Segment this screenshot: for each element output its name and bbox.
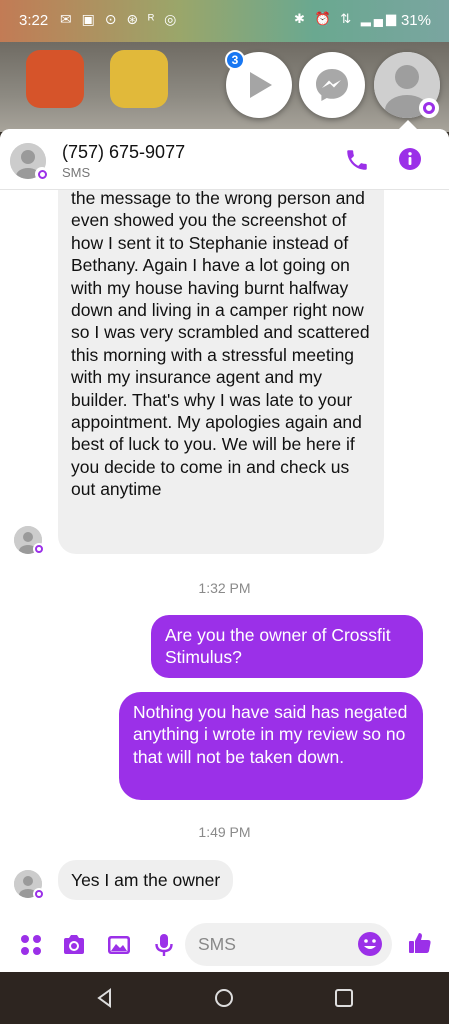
message-timestamp: 1:32 PM xyxy=(198,580,251,596)
contact-name[interactable]: (757) 675-9077 xyxy=(62,142,185,163)
message-composer xyxy=(0,920,449,972)
outgoing-message-bubble[interactable]: Are you the owner of Crossfit Stimulus? xyxy=(151,615,423,678)
battery-level: 31% xyxy=(400,12,431,29)
emoji-icon[interactable] xyxy=(357,931,383,957)
outgoing-message-bubble[interactable]: Nothing you have said has negated anythi… xyxy=(119,692,423,800)
gallery-icon[interactable] xyxy=(106,932,132,958)
more-options-icon[interactable] xyxy=(18,932,44,958)
home-app-icon[interactable] xyxy=(26,50,84,108)
navigation-bar xyxy=(0,972,449,1024)
back-icon[interactable] xyxy=(94,987,116,1009)
sms-indicator-icon xyxy=(419,98,439,118)
notification-icons: ✉ ▣ ⊙ ⊛ ᴿ ◎ xyxy=(60,11,180,27)
chat-head-messenger[interactable] xyxy=(299,52,365,118)
recent-apps-icon[interactable] xyxy=(333,987,355,1009)
incoming-message-bubble[interactable]: Yes I am the owner xyxy=(58,860,234,900)
contact-subtitle: SMS xyxy=(62,165,91,180)
sms-indicator-icon xyxy=(33,888,45,900)
sms-indicator-icon xyxy=(33,543,45,555)
conversation-header: (757) 675-9077 SMS xyxy=(0,129,449,190)
system-icons: ✱ ⏰ ⇅ ▂▄▆ xyxy=(293,11,399,26)
status-bar: 3:22 ✉ ▣ ⊙ ⊛ ᴿ ◎ ✱ ⏰ ⇅ ▂▄▆ 31% xyxy=(0,0,449,42)
unread-badge: 3 xyxy=(225,50,245,70)
sms-indicator-icon xyxy=(35,167,49,181)
status-time: 3:22 xyxy=(19,12,49,29)
play-icon xyxy=(250,72,272,98)
info-icon[interactable] xyxy=(398,147,422,171)
phone-call-icon[interactable] xyxy=(344,147,370,173)
conversation-panel: the message to the wrong person and even… xyxy=(0,129,449,972)
home-icon[interactable] xyxy=(213,987,235,1009)
messenger-icon xyxy=(316,69,348,101)
microphone-icon[interactable] xyxy=(151,932,177,958)
thumbs-up-icon[interactable] xyxy=(407,930,433,956)
message-timestamp: 1:49 PM xyxy=(198,824,251,840)
incoming-message-bubble[interactable]: the message to the wrong person and even… xyxy=(58,129,384,554)
camera-icon[interactable] xyxy=(61,932,87,958)
home-app-icon[interactable] xyxy=(110,50,168,108)
